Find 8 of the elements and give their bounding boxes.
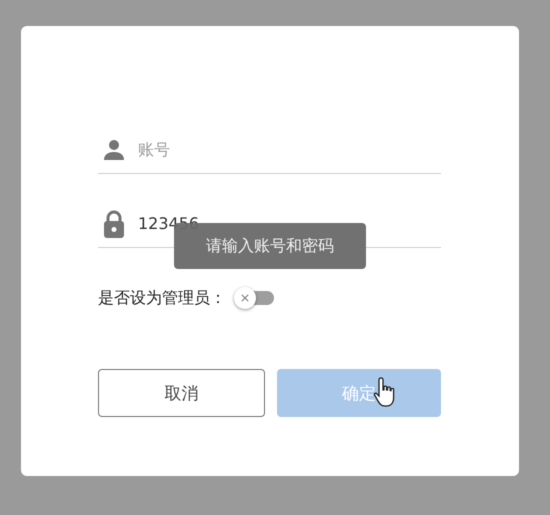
account-field[interactable]: 账号 <box>138 134 441 164</box>
person-icon <box>102 138 126 162</box>
admin-label: 是否设为管理员： <box>98 288 226 308</box>
cancel-button[interactable]: 取消 <box>98 369 264 417</box>
hand-cursor-icon <box>373 376 397 408</box>
cross-icon <box>241 294 249 302</box>
password-field[interactable]: 123456 <box>138 208 441 238</box>
lock-icon <box>102 210 126 238</box>
